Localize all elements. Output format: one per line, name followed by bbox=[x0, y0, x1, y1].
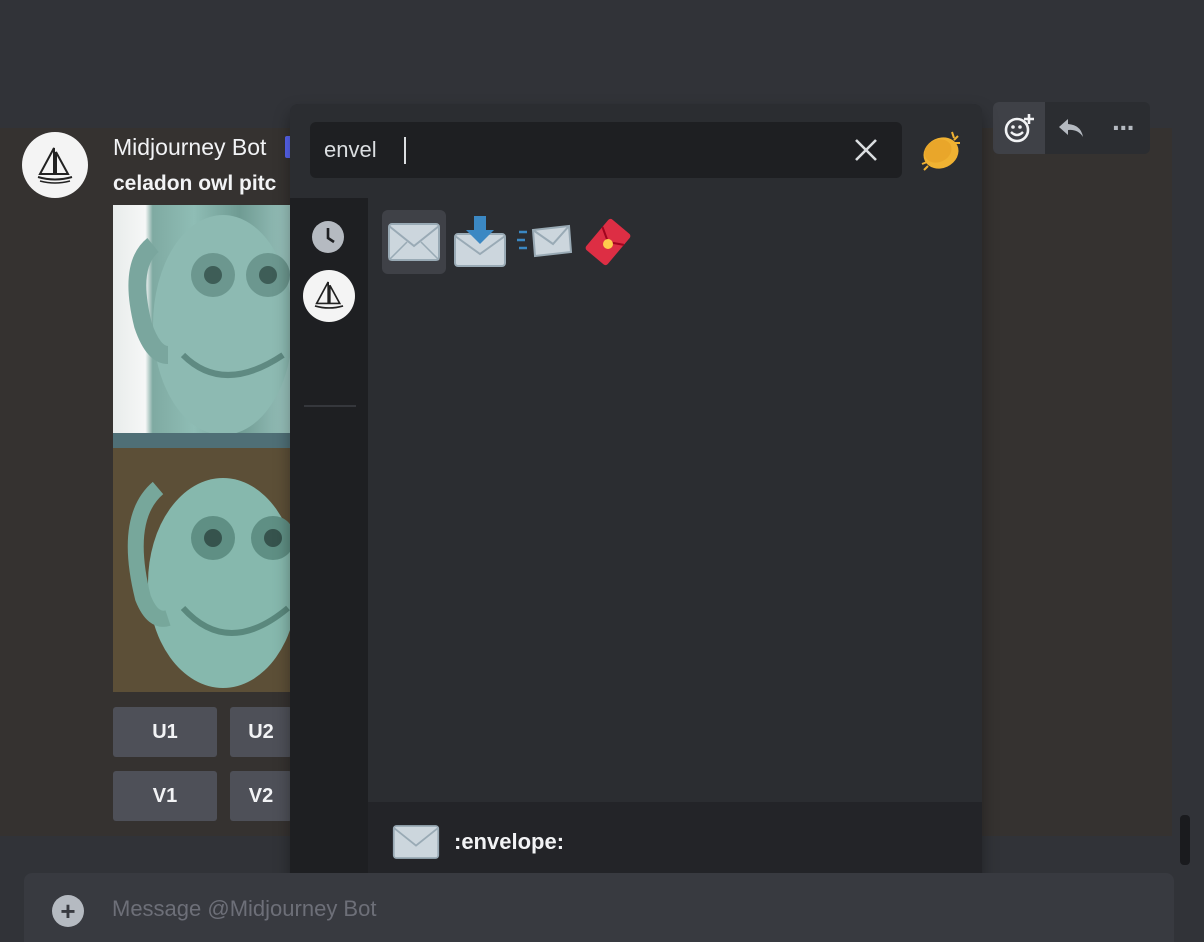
sidebar-divider bbox=[304, 405, 356, 407]
envelope-icon bbox=[392, 825, 440, 859]
generated-image-bottom[interactable] bbox=[113, 448, 293, 692]
more-options-button[interactable]: ··· bbox=[1097, 102, 1149, 154]
emoji-category-sidebar bbox=[290, 198, 368, 882]
emoji-search-box bbox=[310, 122, 902, 178]
emoji-results-grid bbox=[368, 198, 982, 802]
upscale-1-button[interactable]: U1 bbox=[113, 707, 217, 757]
message-input[interactable] bbox=[112, 891, 1012, 927]
emoji-picker: :envelope: bbox=[290, 104, 982, 882]
variation-2-button[interactable]: V2 bbox=[230, 771, 292, 821]
emoji-preview-name: :envelope: bbox=[454, 829, 565, 854]
message-composer: + bbox=[24, 873, 1174, 942]
emoji-envelope[interactable] bbox=[382, 210, 446, 274]
footer-envelope bbox=[392, 822, 440, 862]
emoji-envelope-with-arrow[interactable] bbox=[448, 210, 512, 274]
add-reaction-button[interactable] bbox=[993, 102, 1045, 154]
variation-1-button[interactable]: V1 bbox=[113, 771, 217, 821]
clock-icon bbox=[312, 221, 344, 253]
reply-icon bbox=[1059, 119, 1083, 137]
more-icon: ··· bbox=[1112, 112, 1136, 143]
red-envelope-icon bbox=[585, 218, 631, 266]
emoji-search-input[interactable] bbox=[324, 134, 824, 166]
server-emoji-category-button[interactable] bbox=[303, 270, 355, 322]
sailboat-icon bbox=[37, 147, 73, 184]
message-hover-toolbar: ··· bbox=[993, 102, 1150, 154]
generated-image-top[interactable] bbox=[113, 205, 293, 448]
add-reaction-icon bbox=[1004, 114, 1034, 143]
emoji-incoming-envelope[interactable] bbox=[512, 210, 576, 274]
envelope-icon bbox=[388, 223, 440, 261]
sailboat-icon bbox=[314, 281, 344, 309]
emoji-picker-header bbox=[290, 104, 982, 198]
clapping-hands-icon bbox=[921, 131, 960, 171]
clear-search-button[interactable] bbox=[846, 132, 886, 168]
attach-button[interactable]: + bbox=[52, 895, 84, 927]
recent-category-button[interactable] bbox=[311, 220, 345, 254]
reply-button[interactable] bbox=[1045, 102, 1097, 154]
incoming-envelope-icon bbox=[517, 224, 573, 258]
scrollbar[interactable] bbox=[1180, 815, 1190, 865]
envelope-with-arrow-icon bbox=[454, 216, 506, 267]
plus-icon: + bbox=[60, 896, 76, 926]
skin-tone-button[interactable] bbox=[918, 128, 964, 174]
upscale-2-button[interactable]: U2 bbox=[230, 707, 292, 757]
emoji-red-envelope[interactable] bbox=[576, 210, 640, 274]
author-name[interactable]: Midjourney Bot bbox=[113, 134, 266, 161]
author-avatar[interactable] bbox=[22, 132, 88, 198]
prompt-text: celadon owl pitc bbox=[113, 172, 277, 195]
close-icon bbox=[855, 139, 877, 161]
emoji-preview-footer: :envelope: bbox=[368, 802, 982, 882]
text-caret bbox=[404, 137, 406, 164]
